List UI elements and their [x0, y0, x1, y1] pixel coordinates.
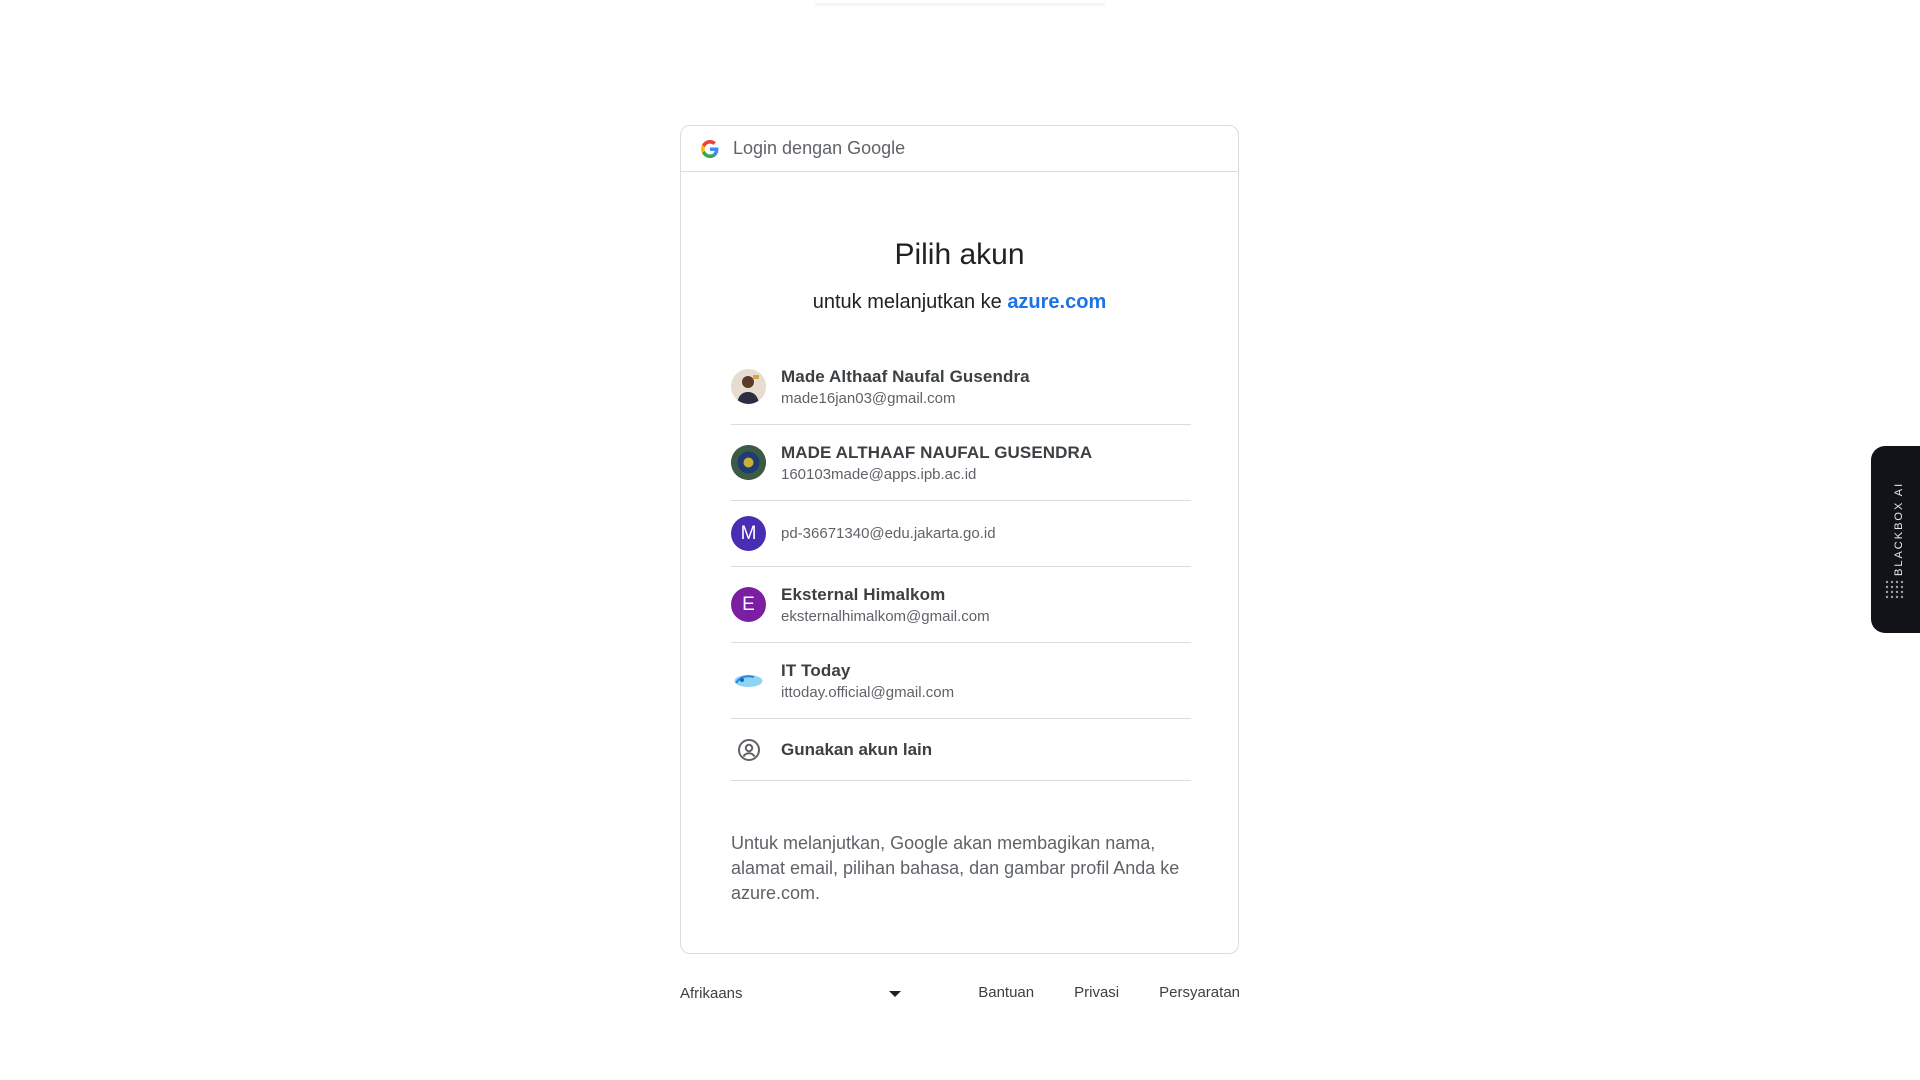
footer-links: Bantuan Privasi Persyaratan: [978, 984, 1240, 1001]
privacy-link[interactable]: Privasi: [1074, 984, 1119, 1001]
avatar: M: [731, 516, 766, 551]
blackbox-label: BLACKBOX AI: [1893, 481, 1905, 576]
account-item[interactable]: MADE ALTHAAF NAUFAL GUSENDRA 160103made@…: [731, 425, 1191, 501]
university-logo-icon: [731, 445, 766, 480]
account-name: Made Althaaf Naufal Gusendra: [781, 366, 1030, 386]
account-item[interactable]: M pd-36671340@edu.jakarta.go.id: [731, 501, 1191, 567]
avatar-initial: M: [740, 522, 757, 544]
header-text: Login dengan Google: [733, 138, 906, 158]
help-link[interactable]: Bantuan: [978, 984, 1034, 1001]
google-logo-icon: [701, 139, 719, 158]
account-name: IT Today: [781, 660, 851, 680]
footer: Afrikaans Bantuan Privasi Persyaratan: [680, 983, 1240, 1005]
profile-photo-icon: [731, 369, 766, 404]
account-item[interactable]: Made Althaaf Naufal Gusendra made16jan03…: [731, 349, 1191, 425]
avatar: [731, 732, 766, 767]
avatar-initial: E: [742, 593, 755, 615]
account-email: made16jan03@gmail.com: [781, 389, 956, 407]
use-another-account-button[interactable]: Gunakan akun lain: [731, 719, 1191, 781]
account-email: 160103made@apps.ipb.ac.id: [781, 465, 977, 483]
subtitle-prefix: untuk melanjutkan ke: [812, 291, 1008, 313]
caret-down-icon: [889, 990, 901, 997]
account-circle-icon: [737, 738, 760, 761]
account-chooser-card: Login dengan Google Pilih akun untuk mel…: [680, 125, 1239, 954]
page-title: Pilih akun: [894, 238, 1025, 271]
blackbox-dots-icon: [1885, 580, 1904, 599]
account-email: ittoday.official@gmail.com: [781, 683, 955, 701]
blackbox-ai-tab[interactable]: BLACKBOX AI: [1871, 446, 1920, 633]
avatar: [731, 663, 766, 698]
avatar: E: [731, 587, 766, 622]
language-select[interactable]: Afrikaans: [680, 985, 905, 1002]
account-email: pd-36671340@edu.jakarta.go.id: [781, 525, 996, 542]
privacy-disclaimer: Untuk melanjutkan, Google akan membagika…: [731, 833, 1180, 903]
app-link[interactable]: azure.com: [1007, 291, 1106, 313]
language-selected: Afrikaans: [680, 985, 743, 1002]
account-name: MADE ALTHAAF NAUFAL GUSENDRA: [781, 442, 1093, 462]
card-header: Login dengan Google: [681, 126, 1238, 172]
use-another-account-label: Gunakan akun lain: [781, 739, 933, 759]
ittoday-logo-icon: [734, 675, 763, 687]
account-email: eksternalhimalkom@gmail.com: [781, 607, 990, 625]
account-list: Made Althaaf Naufal Gusendra made16jan03…: [731, 349, 1191, 781]
page-subtitle: untuk melanjutkan ke azure.com: [681, 291, 1238, 314]
account-item[interactable]: E Eksternal Himalkom eksternalhimalkom@g…: [731, 567, 1191, 643]
avatar: [731, 369, 766, 404]
top-bar-shadow: [815, 0, 1105, 3]
account-name: Eksternal Himalkom: [781, 584, 946, 604]
account-item[interactable]: IT Today ittoday.official@gmail.com: [731, 643, 1191, 719]
avatar: [731, 445, 766, 480]
terms-link[interactable]: Persyaratan: [1159, 984, 1240, 1001]
